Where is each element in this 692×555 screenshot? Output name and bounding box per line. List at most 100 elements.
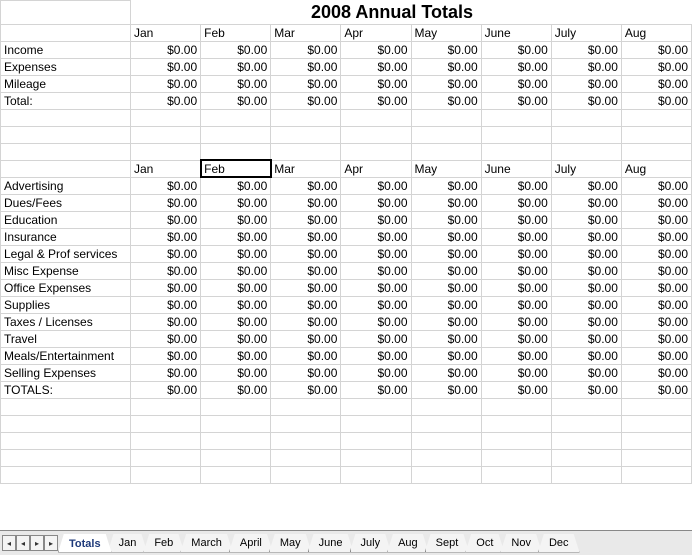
empty-cell[interactable] [481, 126, 551, 143]
empty-cell[interactable] [1, 126, 131, 143]
empty-cell[interactable] [271, 415, 341, 432]
empty-cell[interactable] [481, 449, 551, 466]
sheet-tab-aug[interactable]: Aug [387, 534, 429, 553]
empty-cell[interactable] [1, 24, 131, 41]
cell-value[interactable]: $0.00 [201, 330, 271, 347]
tab-nav-next[interactable]: ▸ [30, 535, 44, 551]
cell-value[interactable]: $0.00 [271, 381, 341, 398]
cell-value[interactable]: $0.00 [481, 364, 551, 381]
cell-value[interactable]: $0.00 [341, 279, 411, 296]
cell-value[interactable]: $0.00 [551, 245, 621, 262]
cell-value[interactable]: $0.00 [411, 177, 481, 194]
row-label[interactable]: Insurance [1, 228, 131, 245]
cell-value[interactable]: $0.00 [621, 41, 691, 58]
sheet-tab-totals[interactable]: Totals [58, 534, 112, 553]
row-label[interactable]: Meals/Entertainment [1, 347, 131, 364]
empty-cell[interactable] [271, 143, 341, 160]
empty-cell[interactable] [271, 126, 341, 143]
cell-value[interactable]: $0.00 [341, 177, 411, 194]
cell-value[interactable]: $0.00 [551, 347, 621, 364]
empty-cell[interactable] [201, 109, 271, 126]
cell-value[interactable]: $0.00 [341, 313, 411, 330]
cell-value[interactable]: $0.00 [131, 92, 201, 109]
cell-value[interactable]: $0.00 [271, 92, 341, 109]
cell-value[interactable]: $0.00 [131, 313, 201, 330]
month-header[interactable]: May [411, 160, 481, 177]
cell-value[interactable]: $0.00 [621, 364, 691, 381]
empty-cell[interactable] [411, 449, 481, 466]
row-label[interactable]: Travel [1, 330, 131, 347]
empty-cell[interactable] [481, 398, 551, 415]
cell-value[interactable]: $0.00 [411, 364, 481, 381]
cell-value[interactable]: $0.00 [341, 75, 411, 92]
cell-value[interactable]: $0.00 [271, 279, 341, 296]
empty-cell[interactable] [271, 109, 341, 126]
sheet-tab-april[interactable]: April [229, 534, 273, 553]
cell-value[interactable]: $0.00 [621, 381, 691, 398]
sheet-tab-nov[interactable]: Nov [500, 534, 542, 553]
empty-cell[interactable] [551, 432, 621, 449]
cell-value[interactable]: $0.00 [131, 381, 201, 398]
empty-cell[interactable] [201, 432, 271, 449]
cell-value[interactable]: $0.00 [131, 296, 201, 313]
row-label[interactable]: Income [1, 41, 131, 58]
cell-value[interactable]: $0.00 [411, 330, 481, 347]
cell-value[interactable]: $0.00 [481, 58, 551, 75]
cell-value[interactable]: $0.00 [411, 245, 481, 262]
empty-cell[interactable] [341, 143, 411, 160]
cell-value[interactable]: $0.00 [201, 347, 271, 364]
cell-value[interactable]: $0.00 [481, 262, 551, 279]
empty-cell[interactable] [1, 1, 131, 25]
cell-value[interactable]: $0.00 [551, 194, 621, 211]
cell-value[interactable]: $0.00 [621, 296, 691, 313]
empty-cell[interactable] [131, 143, 201, 160]
row-label[interactable]: Dues/Fees [1, 194, 131, 211]
empty-cell[interactable] [341, 449, 411, 466]
empty-cell[interactable] [1, 160, 131, 177]
month-header[interactable]: July [551, 160, 621, 177]
cell-value[interactable]: $0.00 [481, 211, 551, 228]
cell-value[interactable]: $0.00 [621, 313, 691, 330]
cell-value[interactable]: $0.00 [481, 177, 551, 194]
month-header[interactable]: Mar [271, 160, 341, 177]
cell-value[interactable]: $0.00 [551, 41, 621, 58]
cell-value[interactable]: $0.00 [621, 194, 691, 211]
cell-value[interactable]: $0.00 [131, 262, 201, 279]
cell-value[interactable]: $0.00 [411, 58, 481, 75]
empty-cell[interactable] [271, 449, 341, 466]
cell-value[interactable]: $0.00 [411, 262, 481, 279]
empty-cell[interactable] [551, 398, 621, 415]
sheet-tab-sept[interactable]: Sept [425, 534, 470, 553]
cell-value[interactable]: $0.00 [411, 313, 481, 330]
cell-value[interactable]: $0.00 [411, 92, 481, 109]
cell-value[interactable]: $0.00 [341, 364, 411, 381]
cell-value[interactable]: $0.00 [481, 279, 551, 296]
empty-cell[interactable] [271, 432, 341, 449]
cell-value[interactable]: $0.00 [621, 92, 691, 109]
cell-value[interactable]: $0.00 [271, 330, 341, 347]
cell-value[interactable]: $0.00 [201, 245, 271, 262]
cell-value[interactable]: $0.00 [551, 296, 621, 313]
spreadsheet-grid[interactable]: 2008 Annual TotalsJanFebMarAprMayJuneJul… [0, 0, 692, 530]
empty-cell[interactable] [341, 466, 411, 483]
row-label[interactable]: Misc Expense [1, 262, 131, 279]
sheet-tab-june[interactable]: June [308, 534, 354, 553]
cell-value[interactable]: $0.00 [201, 381, 271, 398]
cell-value[interactable]: $0.00 [551, 364, 621, 381]
cell-value[interactable]: $0.00 [481, 313, 551, 330]
cell-value[interactable]: $0.00 [271, 211, 341, 228]
cell-value[interactable]: $0.00 [621, 279, 691, 296]
empty-cell[interactable] [131, 432, 201, 449]
cell-value[interactable]: $0.00 [341, 92, 411, 109]
row-label[interactable]: Office Expenses [1, 279, 131, 296]
sheet-tab-oct[interactable]: Oct [465, 534, 504, 553]
empty-cell[interactable] [551, 415, 621, 432]
empty-cell[interactable] [411, 398, 481, 415]
empty-cell[interactable] [411, 466, 481, 483]
cell-value[interactable]: $0.00 [411, 228, 481, 245]
cell-value[interactable]: $0.00 [131, 228, 201, 245]
empty-cell[interactable] [131, 126, 201, 143]
cell-value[interactable]: $0.00 [271, 313, 341, 330]
cell-value[interactable]: $0.00 [131, 211, 201, 228]
cell-value[interactable]: $0.00 [201, 296, 271, 313]
